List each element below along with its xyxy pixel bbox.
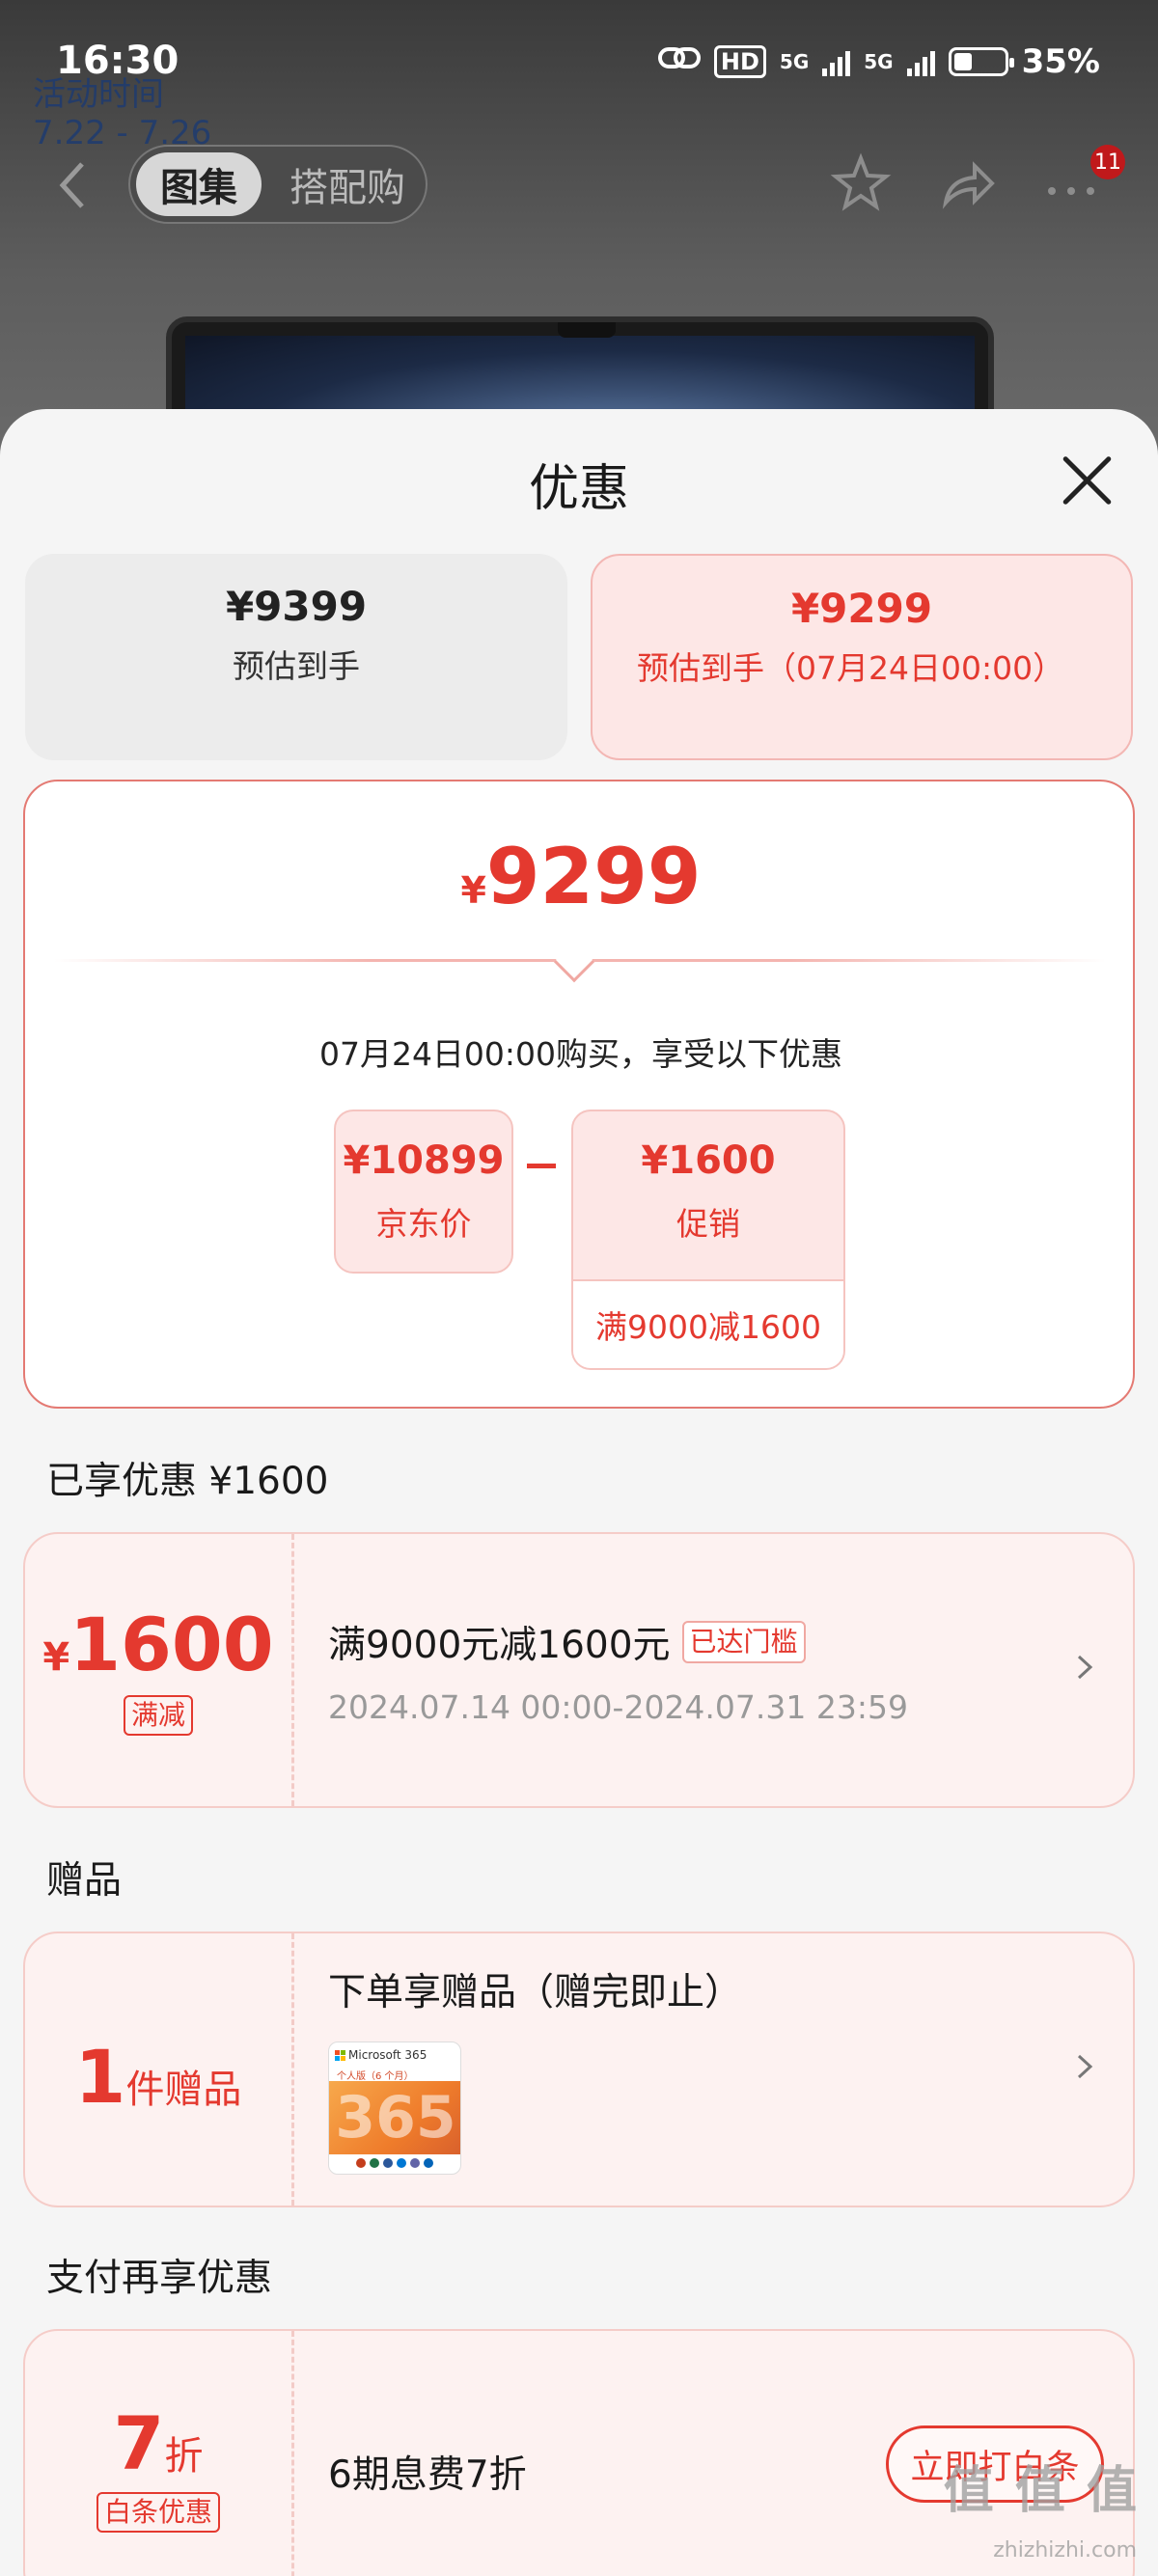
network-label-2: 5G xyxy=(864,50,894,73)
tab-label: 预估到手（07月24日00:00） xyxy=(637,649,1065,687)
laptop-notch xyxy=(558,322,616,338)
section-title-discount: 已享优惠 ¥1600 xyxy=(46,1460,329,1503)
discount-rate: 7折 xyxy=(25,2400,291,2486)
coupon-left: ¥1600 满减 xyxy=(25,1534,291,1806)
divider-notch xyxy=(553,941,595,983)
tab-estimate-0724[interactable]: ¥9299 预估到手（07月24日00:00） xyxy=(591,554,1133,760)
discount-unit: 折 xyxy=(164,2434,204,2479)
tab-price: ¥9299 xyxy=(790,585,933,632)
tab-label: 预估到手 xyxy=(233,647,360,685)
coupon-separator xyxy=(291,1933,294,2206)
jd-price: ¥10899 xyxy=(343,1138,505,1183)
share-icon[interactable] xyxy=(936,152,998,228)
price-breakdown-card: ¥9299 07月24日00:00购买，享受以下优惠 ¥10899 京东价 ¥1… xyxy=(23,780,1135,1409)
link-icon xyxy=(657,43,701,80)
coupon-amount: ¥1600 xyxy=(25,1602,291,1687)
promo-label: 促销 xyxy=(676,1205,740,1243)
price-value: 9299 xyxy=(485,832,702,921)
gift-product-image[interactable]: Microsoft 365 个人版（6 个月） 365 xyxy=(328,2042,461,2175)
promo-card: ¥1600 促销 满9000减1600 xyxy=(571,1110,845,1370)
coupon-full-reduction[interactable]: ¥1600 满减 满9000元减1600元 已达门槛 2024.07.14 00… xyxy=(23,1532,1135,1808)
segment-bundle[interactable]: 搭配购 xyxy=(275,152,420,216)
discount-sheet: 优惠 ¥9399 预估到手 ¥9299 预估到手（07月24日00:00） ¥9… xyxy=(0,409,1158,2576)
jd-price-card: ¥10899 京东价 xyxy=(334,1110,513,1274)
coupon-left: 7折 白条优惠 xyxy=(25,2331,291,2576)
battery-icon xyxy=(948,47,1014,76)
coupon-type-badge: 满减 xyxy=(123,1695,193,1736)
threshold-badge: 已达门槛 xyxy=(681,1621,806,1663)
section-title-payment: 支付再享优惠 xyxy=(46,2257,273,2300)
coupon-validity: 2024.07.14 00:00-2024.07.31 23:59 xyxy=(328,1688,908,1726)
watermark-url: zhizhizhi.com xyxy=(993,2538,1137,2562)
signal-icon xyxy=(822,47,851,76)
jd-price-label: 京东价 xyxy=(375,1205,472,1243)
gift-edition: 个人版（6 个月） xyxy=(337,2071,414,2082)
tab-price: ¥9399 xyxy=(225,583,368,630)
chevron-right-icon xyxy=(1073,2044,1096,2099)
gift-card[interactable]: 1 件赠品 下单享赠品（赠完即止） Microsoft 365 个人版（6 个月）… xyxy=(23,1932,1135,2207)
gift-count: 1 件赠品 xyxy=(25,1933,291,2206)
gift-count-unit: 件赠品 xyxy=(125,2068,242,2112)
coupon-right: 下单享赠品（赠完即止） Microsoft 365 个人版（6 个月） 365 xyxy=(328,1933,1075,2206)
purchase-note: 07月24日00:00购买，享受以下优惠 xyxy=(318,1035,843,1073)
installment-title: 6期息费7折 xyxy=(328,2453,527,2497)
microsoft-logo-icon xyxy=(335,2049,345,2061)
battery-percent: 35% xyxy=(1021,42,1100,81)
hd-icon: HD xyxy=(713,45,766,78)
segment-gallery[interactable]: 图集 xyxy=(136,152,262,216)
product-nav-bar: 图集 搭配购 11 xyxy=(0,145,1158,224)
coupon-separator xyxy=(291,1534,294,1806)
office-apps-icons xyxy=(356,2158,433,2168)
watermark-logo: 值 值 值 xyxy=(943,2462,1139,2520)
more-badge: 11 xyxy=(1090,145,1125,179)
coupon-right: 满9000元减1600元 已达门槛 2024.07.14 00:00-2024.… xyxy=(328,1534,1075,1806)
gift-art: 365 xyxy=(329,2081,460,2154)
battery-fill xyxy=(953,53,972,70)
coupon-title: 满9000元减1600元 xyxy=(328,1624,671,1667)
sheet-title: 优惠 xyxy=(528,460,629,518)
activity-time: 活动时间 7.22 - 7.26 xyxy=(33,75,211,152)
star-icon[interactable] xyxy=(830,152,892,228)
coupon-title-row: 满9000元减1600元 已达门槛 xyxy=(328,1615,806,1669)
promo-rule: 满9000减1600 xyxy=(573,1279,843,1368)
status-icons: HD 5G 5G 35% xyxy=(657,42,1100,81)
back-icon[interactable] xyxy=(53,156,92,214)
price-symbol: ¥ xyxy=(460,869,486,912)
section-title-gift: 赠品 xyxy=(46,1859,123,1903)
gift-count-value: 1 xyxy=(74,2034,126,2120)
discount-value: 7 xyxy=(113,2400,165,2486)
gift-title: 下单享赠品（赠完即止） xyxy=(328,1971,743,2014)
chevron-right-icon xyxy=(1073,1645,1096,1700)
minus-icon xyxy=(527,1164,556,1168)
media-segment-control: 图集 搭配购 xyxy=(128,145,427,224)
baitiao-badge: 白条优惠 xyxy=(96,2492,220,2533)
product-page-background: 16:30 HD 5G 5G 35% 活动时间 7.22 - 7.26 图集 搭… xyxy=(0,0,1158,453)
coupon-symbol: ¥ xyxy=(42,1635,70,1680)
close-icon[interactable] xyxy=(1060,453,1114,507)
gift-brand: Microsoft 365 xyxy=(348,2048,427,2062)
coupon-separator xyxy=(291,2331,294,2576)
network-label-1: 5G xyxy=(779,50,810,73)
coupon-value: 1600 xyxy=(69,1602,274,1687)
final-price: ¥9299 xyxy=(25,832,1137,921)
tab-estimate-now[interactable]: ¥9399 预估到手 xyxy=(25,554,567,760)
signal-icon xyxy=(906,47,935,76)
promo-amount: ¥1600 xyxy=(641,1138,776,1183)
activity-time-label: 活动时间 xyxy=(33,75,164,114)
gift-brand-row: Microsoft 365 xyxy=(335,2048,427,2062)
